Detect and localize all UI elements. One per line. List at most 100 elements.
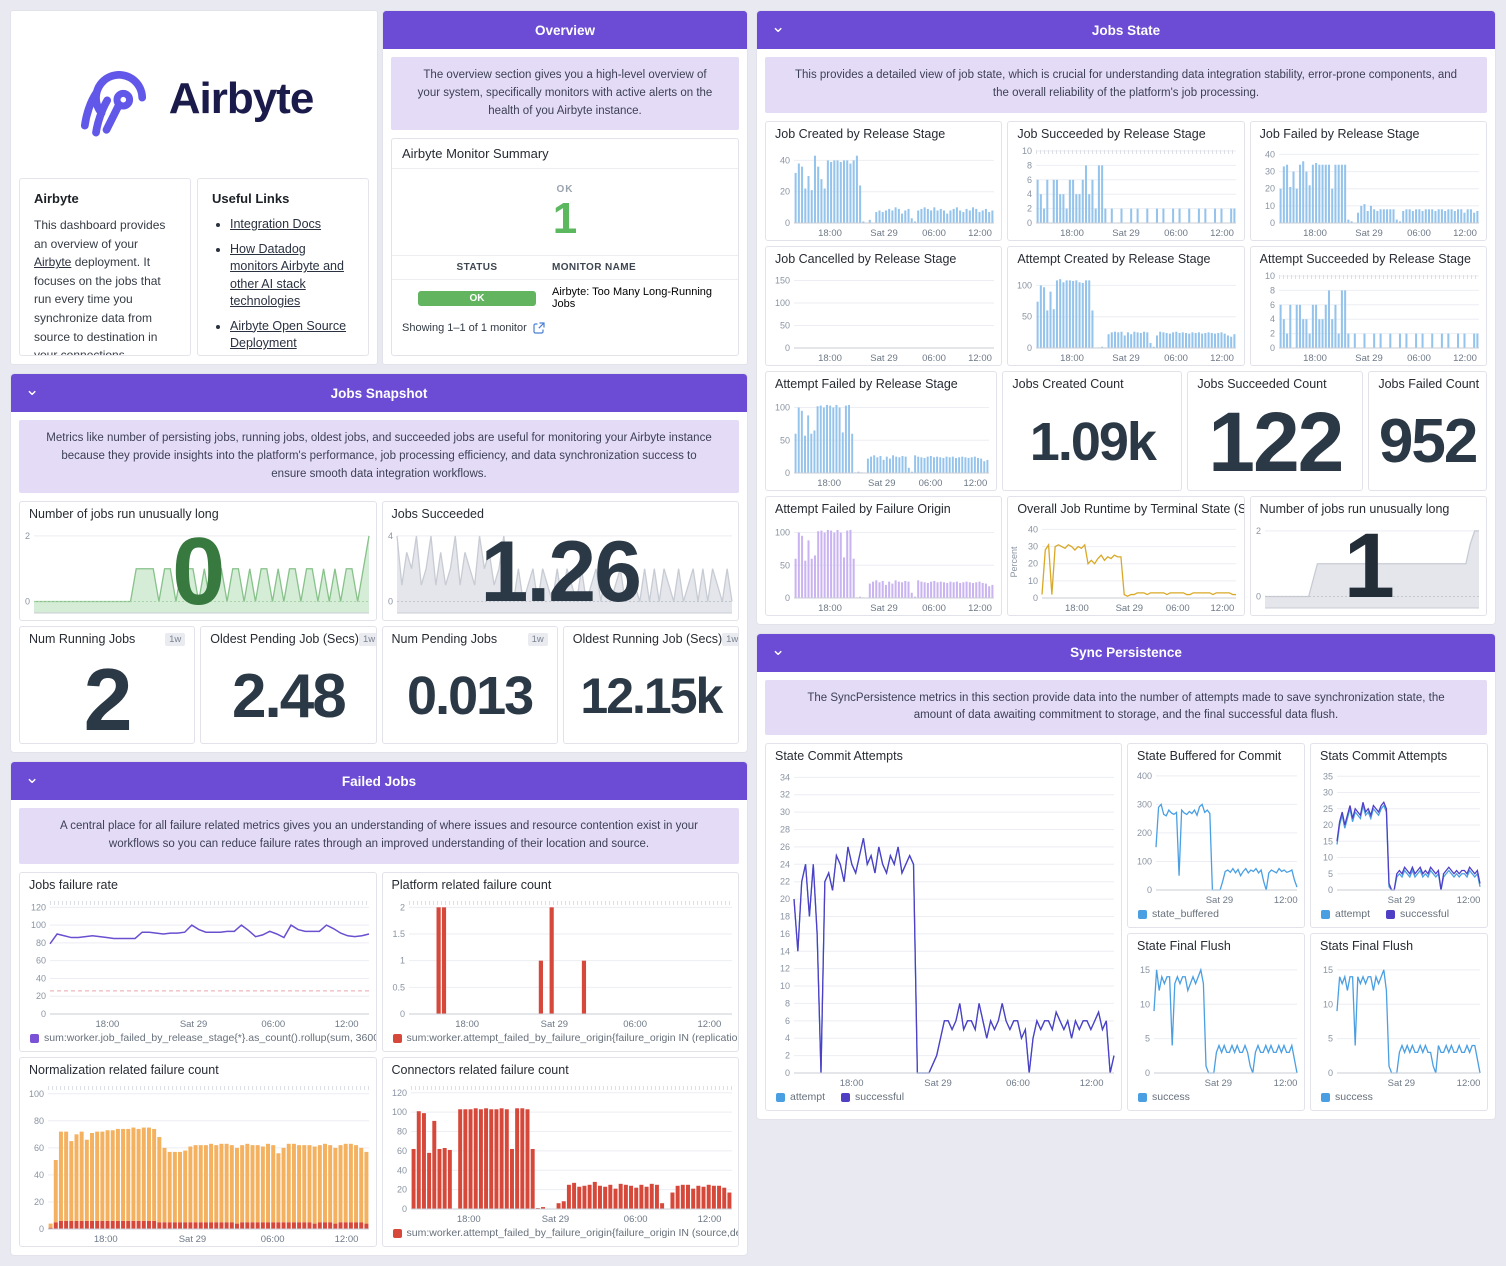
timeframe-badge: 1w — [527, 632, 548, 646]
sync-persistence-header: ⌄ Sync Persistence — [757, 633, 1495, 672]
widget-title: Stats Commit Attempts — [1320, 749, 1448, 764]
chart-jobs-failure-rate[interactable]: 0 20 40 60 80 100 120 18:00 Sat 29 06:00 12:00 — [20, 895, 376, 1031]
widget-job-cancelled: Job Cancelled by Release Stage 0 50 100 150… — [765, 245, 1003, 366]
svg-text:10: 10 — [1028, 575, 1038, 585]
svg-text:Sat 29: Sat 29 — [924, 1078, 951, 1089]
svg-text:20: 20 — [396, 1185, 406, 1195]
svg-text:06:00: 06:00 — [1164, 228, 1188, 239]
oldest-running-job-value: 12.15k — [580, 668, 723, 725]
chart-state-buffered[interactable]: 0 100 200 300 400 Sat 29 12:00 — [1128, 766, 1304, 907]
svg-text:30: 30 — [1265, 166, 1275, 176]
chart-state-final-flush[interactable]: 0 5 10 15 Sat 29 12:00 — [1128, 956, 1304, 1090]
svg-text:150: 150 — [775, 275, 790, 285]
chart-unusually-long-jobs[interactable]: 020 — [20, 518, 376, 620]
open-source-deployment-link[interactable]: Airbyte Open Source Deployment — [230, 319, 346, 351]
num-pending-jobs-value: 0.013 — [407, 666, 534, 727]
chart-attempt-failed-failure-origin[interactable]: 0 50 100 18:00 Sat 29 06:00 12:00 — [766, 519, 1001, 615]
svg-text:12:00: 12:00 — [697, 1214, 721, 1225]
chart-legend[interactable]: attempt successful — [766, 1090, 1121, 1110]
section-sync-persistence: ⌄ Sync Persistence The SyncPersistence m… — [756, 632, 1496, 1121]
widget-title: Number of jobs run unusually long — [1259, 501, 1450, 516]
col-status: STATUS — [456, 262, 498, 274]
svg-text:15: 15 — [1323, 837, 1333, 847]
chart-legend[interactable]: sum:worker.attempt_failed_by_failure_ori… — [383, 1226, 738, 1246]
svg-text:4: 4 — [387, 531, 392, 541]
svg-text:18:00: 18:00 — [1065, 603, 1089, 614]
jobs-snapshot-header: ⌄ Jobs Snapshot — [11, 374, 747, 412]
chart-normalization-failure-count[interactable]: 0 20 40 60 80 100 18:00 Sat 29 06:00 12:00 — [20, 1080, 376, 1246]
datadog-monitors-link[interactable]: How Datadog monitors Airbyte and other A… — [230, 242, 344, 309]
svg-text:0: 0 — [785, 468, 790, 478]
svg-text:15: 15 — [1140, 965, 1150, 975]
chevron-down-icon[interactable]: ⌄ — [25, 380, 39, 400]
chevron-down-icon[interactable]: ⌄ — [771, 640, 785, 660]
chart-platform-failure-count[interactable]: 0 0.5 1 1.5 2 18:00 Sat 29 06:00 12:00 — [383, 895, 739, 1031]
chart-connectors-failure-count[interactable]: 0 20 40 60 80 100 120 18:00 Sat 29 06:00 12:00 — [383, 1080, 739, 1226]
svg-text:18:00: 18:00 — [818, 603, 842, 614]
chart-jobs-succeeded[interactable]: 0 4 1.26 — [383, 524, 739, 620]
chart-stats-commit-attempts[interactable]: 0 5 10 15 20 25 30 35 Sat 29 12:00 — [1311, 766, 1487, 907]
svg-text:0: 0 — [399, 1009, 404, 1019]
svg-text:18:00: 18:00 — [840, 1078, 864, 1089]
svg-text:Sat 29: Sat 29 — [179, 1234, 206, 1245]
widget-title: Jobs Succeeded — [391, 507, 484, 522]
chart-attempt-failed-release-stage[interactable]: 0 50 100 18:00 Sat 29 06:00 12:00 — [766, 394, 996, 490]
svg-text:5: 5 — [1328, 869, 1333, 879]
chart-legend[interactable]: state_buffered — [1128, 907, 1304, 927]
widget-title: State Buffered for Commit — [1137, 749, 1282, 764]
timeframe-badge: 1w — [722, 632, 738, 646]
svg-text:18:00: 18:00 — [455, 1019, 479, 1030]
svg-text:100: 100 — [31, 920, 46, 930]
svg-text:0: 0 — [1256, 591, 1261, 601]
widget-job-created: Job Created by Release Stage 0 20 40 18:00 S… — [765, 120, 1003, 241]
chart-unusually-long-jobs-state[interactable]: 021 — [1251, 515, 1486, 615]
svg-text:12:00: 12:00 — [1453, 228, 1477, 239]
svg-text:0: 0 — [39, 1224, 44, 1234]
svg-text:2: 2 — [1256, 526, 1261, 536]
chart-stats-final-flush[interactable]: 0 5 10 15 Sat 29 12:00 — [1311, 956, 1487, 1090]
widget-title: Attempt Created by Release Stage — [1017, 251, 1211, 266]
svg-text:12:00: 12:00 — [968, 603, 992, 614]
chart-overall-job-runtime[interactable]: 0 10 20 30 40 Percent 18:00 Sat 29 06:00 12:00 — [1008, 519, 1243, 615]
chart-attempt-succeeded[interactable]: 0 2 4 6 8 10 18:00 Sat 29 06:00 12:00 — [1251, 269, 1486, 365]
external-link-icon[interactable] — [533, 322, 545, 335]
num-running-jobs-value: 2 — [83, 650, 133, 745]
chart-legend[interactable]: sum:worker.attempt_failed_by_failure_ori… — [383, 1031, 738, 1051]
chart-legend[interactable]: attempt successful — [1311, 907, 1487, 927]
svg-text:22: 22 — [780, 877, 790, 887]
chevron-down-icon[interactable]: ⌄ — [771, 17, 785, 37]
svg-text:20: 20 — [1028, 558, 1038, 568]
svg-text:12:00: 12:00 — [1457, 1078, 1481, 1089]
widget-attempt-created: Attempt Created by Release Stage 0 50 100 1… — [1007, 245, 1245, 366]
chart-state-commit-attempts[interactable]: 0 2 4 6 8 10 12 14 16 18 20 22 24 26 28 30 32 34 18:00 Sat … — [766, 766, 1121, 1090]
svg-text:10: 10 — [1265, 200, 1275, 210]
chart-legend[interactable]: success — [1311, 1090, 1487, 1110]
svg-text:10: 10 — [1323, 1000, 1333, 1010]
svg-text:Sat 29: Sat 29 — [1205, 1078, 1232, 1089]
table-row[interactable]: OK Airbyte: Too Many Long-Running Jobs — [392, 280, 738, 316]
chart-job-created[interactable]: 0 20 40 18:00 Sat 29 06:00 12:00 — [766, 144, 1001, 240]
svg-text:12:00: 12:00 — [1210, 353, 1234, 364]
svg-text:120: 120 — [391, 1088, 406, 1098]
chevron-down-icon[interactable]: ⌄ — [25, 768, 39, 788]
chart-attempt-created[interactable]: 0 50 100 18:00 Sat 29 06:00 12:00 — [1008, 269, 1243, 365]
svg-text:6: 6 — [1270, 299, 1275, 309]
monitor-footer-text: Showing 1–1 of 1 monitor — [402, 322, 527, 335]
chart-job-cancelled[interactable]: 0 50 100 150 18:00 Sat 29 06:00 12:00 — [766, 269, 1001, 365]
chart-legend[interactable]: success — [1128, 1090, 1304, 1110]
svg-text:12:00: 12:00 — [335, 1019, 359, 1030]
list-item: How Datadog monitors Airbyte and other A… — [230, 241, 354, 311]
chart-legend[interactable]: sum:worker.job_failed_by_release_stage{*… — [20, 1031, 376, 1051]
chart-job-failed[interactable]: 0 10 20 30 40 18:00 Sat 29 06:00 12:00 — [1251, 144, 1486, 240]
widget-normalization-failure-count: Normalization related failure count 0 20 4… — [19, 1057, 377, 1248]
svg-text:100: 100 — [29, 1089, 44, 1099]
airbyte-link[interactable]: Airbyte — [34, 255, 71, 269]
svg-text:100: 100 — [775, 527, 790, 537]
svg-text:12:00: 12:00 — [1080, 1078, 1104, 1089]
svg-text:400: 400 — [1137, 771, 1152, 781]
svg-text:12:00: 12:00 — [968, 353, 992, 364]
widget-state-buffered: State Buffered for Commit 0 100 200 300 400 S… — [1127, 743, 1305, 929]
svg-text:0: 0 — [1328, 1068, 1333, 1078]
chart-job-succeeded[interactable]: 0 2 4 6 8 10 18:00 Sat 29 06:00 12:00 — [1008, 144, 1243, 240]
integration-docs-link[interactable]: Integration Docs — [230, 217, 321, 231]
